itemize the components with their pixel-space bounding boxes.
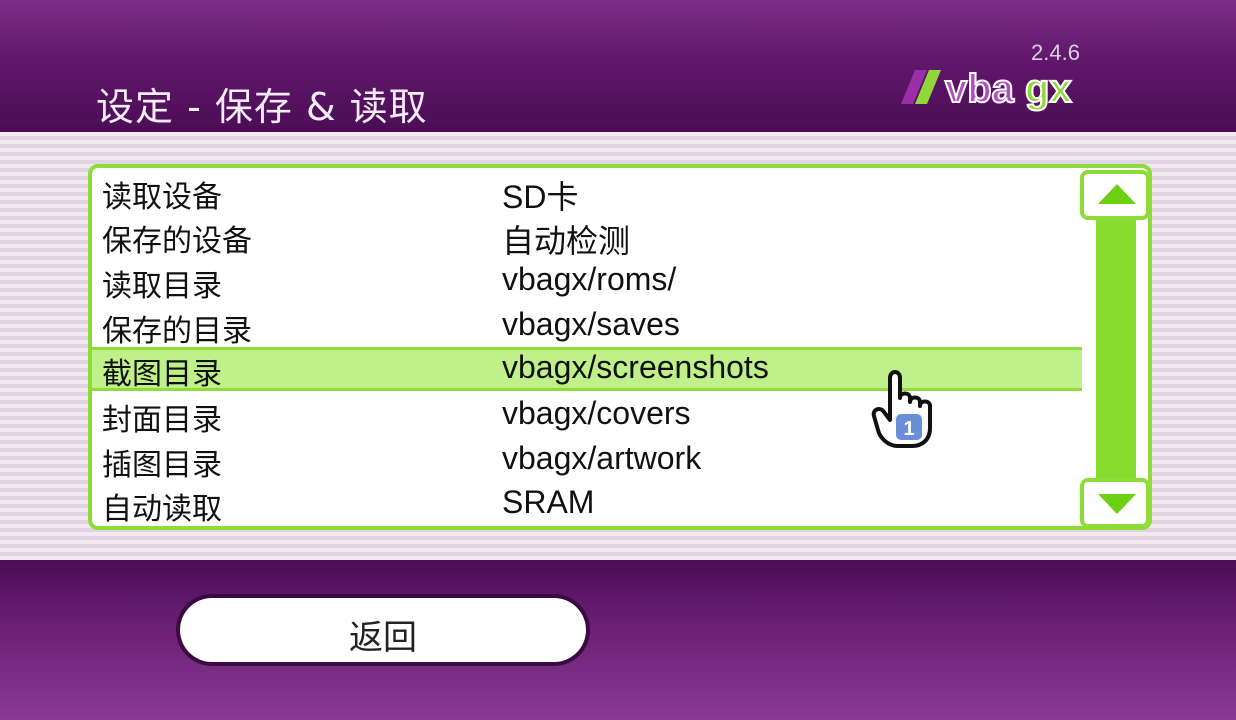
setting-label: 保存的设备 [102, 224, 252, 259]
setting-value: vbagx/saves [502, 306, 680, 342]
scrollbar-track[interactable] [1096, 218, 1136, 482]
setting-row-auto-load[interactable]: 自动读取 SRAM [92, 482, 1082, 526]
svg-text:vba: vba [945, 67, 1015, 111]
setting-value: vbagx/roms/ [502, 261, 677, 297]
setting-label: 保存的目录 [102, 314, 252, 349]
header-bar: 设定 - 保存 & 读取 vba gx 2.4.6 [0, 0, 1236, 132]
setting-label: 读取目录 [102, 269, 222, 304]
scroll-down-button[interactable] [1080, 478, 1148, 526]
setting-label: 读取设备 [102, 180, 222, 215]
setting-row-load-folder[interactable]: 读取目录 vbagx/roms/ [92, 259, 1082, 304]
setting-value: vbagx/artwork [502, 440, 702, 476]
setting-value: 自动检测 [502, 223, 631, 259]
cursor-player-number: 1 [903, 418, 914, 440]
pointing-hand-cursor-icon: 1 [871, 370, 932, 448]
setting-row-save-folder[interactable]: 保存的目录 vbagx/saves [92, 304, 1082, 349]
setting-label: 截图目录 [102, 357, 222, 392]
setting-label: 插图目录 [102, 448, 222, 483]
setting-label: 封面目录 [102, 403, 222, 438]
setting-value: SD卡 [502, 179, 579, 215]
setting-label: 自动读取 [102, 492, 222, 527]
svg-text:gx: gx [1025, 67, 1072, 111]
triangle-down-icon [1098, 494, 1136, 514]
back-button-label: 返回 [349, 618, 417, 658]
setting-value: vbagx/screenshots [502, 349, 769, 385]
setting-row-load-device[interactable]: 读取设备 SD卡 [92, 170, 1082, 215]
vbagx-logo: vba gx [901, 66, 1073, 112]
setting-row-save-device[interactable]: 保存的设备 自动检测 [92, 214, 1082, 259]
settings-list: 读取设备 SD卡 保存的设备 自动检测 读取目录 vbagx/roms/ 保存的… [88, 164, 1152, 530]
version-label: 2.4.6 [1031, 40, 1080, 65]
setting-value: vbagx/covers [502, 395, 691, 431]
page-title: 设定 - 保存 & 读取 [96, 85, 428, 129]
back-button[interactable]: 返回 [180, 598, 586, 662]
scroll-up-button[interactable] [1080, 170, 1148, 220]
setting-value: SRAM [502, 484, 595, 520]
triangle-up-icon [1098, 184, 1136, 204]
